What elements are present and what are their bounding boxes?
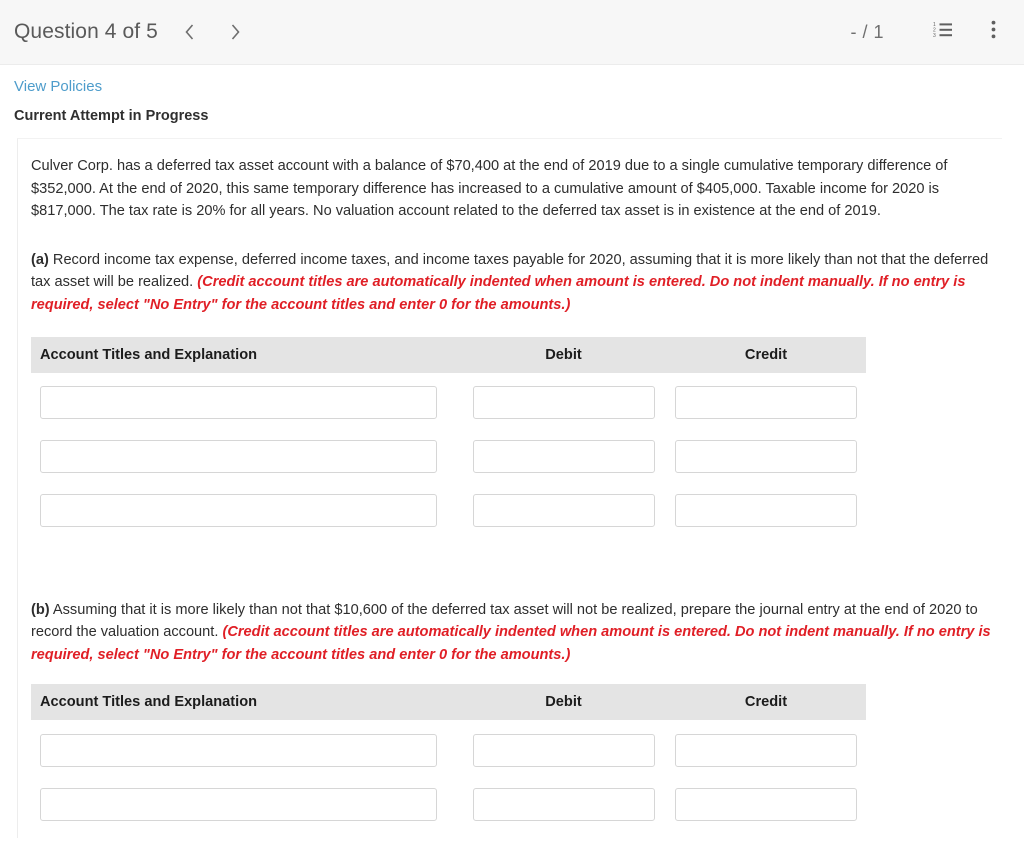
column-header-credit: Credit (744, 694, 788, 711)
credit-cell (666, 386, 866, 420)
column-header-debit: Debit (545, 694, 582, 711)
account-title-input[interactable] (40, 386, 437, 420)
chevron-right-icon (230, 23, 241, 41)
column-header-account: Account Titles and Explanation (40, 694, 258, 711)
debit-cell (461, 386, 666, 420)
problem-statement: Culver Corp. has a deferred tax asset ac… (31, 158, 948, 220)
account-cell (31, 494, 461, 528)
previous-question-button[interactable] (180, 19, 200, 45)
numbered-list-icon: 1 2 3 (933, 21, 953, 43)
table-row (31, 481, 866, 535)
page-title: Question 4 of 5 (14, 20, 158, 43)
account-title-input[interactable] (40, 787, 437, 821)
part-a-prompt: (a) Record income tax expense, deferred … (31, 249, 992, 317)
question-page: Question 4 of 5 - / 1 1 2 3 View Policie… (0, 0, 1024, 849)
question-content: View Policies Current Attempt in Progres… (0, 65, 1024, 838)
next-question-button[interactable] (226, 19, 246, 45)
journal-entry-table-a: Account Titles and Explanation Debit Cre… (31, 336, 866, 535)
part-a-label: (a) (31, 251, 49, 268)
table-header-row: Account Titles and Explanation Debit Cre… (31, 684, 866, 721)
table-header-row: Account Titles and Explanation Debit Cre… (31, 336, 866, 373)
debit-amount-input[interactable] (472, 440, 655, 474)
part-b-prompt: (b) Assuming that it is more likely than… (31, 599, 992, 667)
question-list-button[interactable]: 1 2 3 (930, 19, 956, 45)
policies-row: View Policies (0, 65, 1024, 96)
credit-amount-input[interactable] (675, 494, 857, 528)
column-header-account: Account Titles and Explanation (40, 346, 258, 363)
debit-amount-input[interactable] (472, 733, 655, 767)
debit-amount-input[interactable] (472, 787, 655, 821)
account-cell (31, 787, 461, 821)
account-cell (31, 386, 461, 420)
credit-cell (666, 494, 866, 528)
chevron-left-icon (184, 23, 195, 41)
debit-amount-input[interactable] (472, 494, 655, 528)
account-title-input[interactable] (40, 733, 437, 767)
journal-entry-table-b: Account Titles and Explanation Debit Cre… (31, 684, 866, 828)
credit-amount-input[interactable] (675, 440, 857, 474)
account-cell (31, 733, 461, 767)
debit-cell (461, 787, 666, 821)
kebab-menu-icon (991, 20, 996, 44)
column-header-debit: Debit (545, 346, 582, 363)
svg-text:3: 3 (933, 33, 936, 38)
table-row (31, 373, 866, 427)
debit-amount-input[interactable] (472, 386, 655, 420)
account-title-input[interactable] (40, 440, 437, 474)
question-toolbar: Question 4 of 5 - / 1 1 2 3 (0, 0, 1024, 65)
more-options-button[interactable] (980, 19, 1006, 45)
account-title-input[interactable] (40, 494, 437, 528)
part-b-label: (b) (31, 601, 50, 618)
debit-cell (461, 440, 666, 474)
table-row (31, 427, 866, 481)
question-navigation (180, 19, 246, 45)
credit-cell (666, 440, 866, 474)
attempt-status-label: Current Attempt in Progress (14, 108, 209, 124)
table-row (31, 774, 866, 828)
score-display: - / 1 (850, 21, 884, 42)
debit-cell (461, 494, 666, 528)
table-row (31, 720, 866, 774)
credit-amount-input[interactable] (675, 733, 857, 767)
question-body-panel: Culver Corp. has a deferred tax asset ac… (17, 138, 1002, 838)
credit-cell (666, 787, 866, 821)
column-header-credit: Credit (744, 346, 788, 363)
credit-amount-input[interactable] (675, 386, 857, 420)
debit-cell (461, 733, 666, 767)
credit-cell (666, 733, 866, 767)
account-cell (31, 440, 461, 474)
credit-amount-input[interactable] (675, 787, 857, 821)
view-policies-link[interactable]: View Policies (14, 78, 102, 95)
